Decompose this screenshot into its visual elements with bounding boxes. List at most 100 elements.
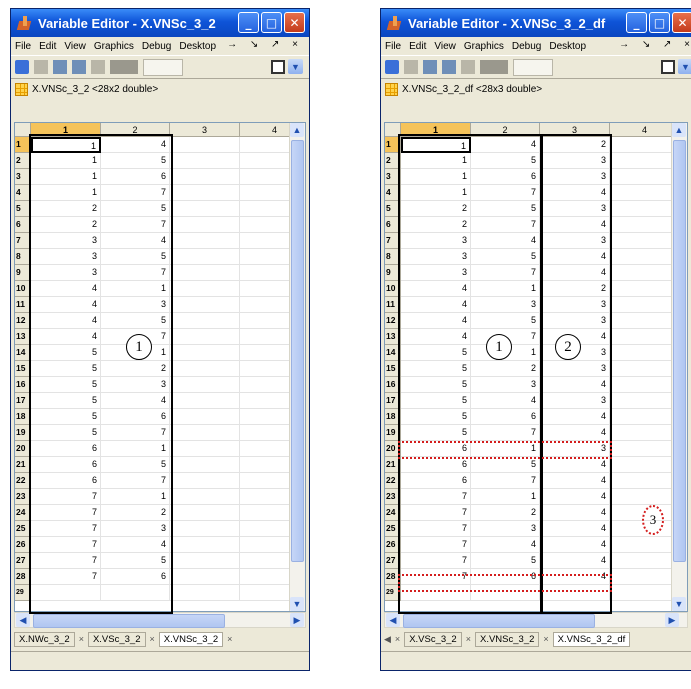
scroll-up-icon[interactable]: ▲ <box>672 123 686 137</box>
row-header[interactable]: 17 <box>15 393 31 409</box>
row-header[interactable]: 5 <box>385 201 401 217</box>
table-cell[interactable]: 1 <box>401 137 471 153</box>
table-cell[interactable] <box>610 473 680 489</box>
table-cell[interactable]: 6 <box>471 169 540 185</box>
tab-vnsc[interactable]: X.VNSc_3_2 <box>475 631 540 647</box>
row-header[interactable]: 3 <box>385 169 401 185</box>
table-cell[interactable]: 3 <box>31 265 101 281</box>
table-cell[interactable] <box>610 329 680 345</box>
table-cell[interactable]: 1 <box>31 137 101 153</box>
table-cell[interactable]: 2 <box>31 217 101 233</box>
scroll-down-icon[interactable]: ▼ <box>672 597 686 611</box>
tab-scroll-left-icon[interactable]: ◀ <box>384 634 391 645</box>
table-cell[interactable]: 1 <box>471 441 540 457</box>
table-cell[interactable] <box>610 153 680 169</box>
table-cell[interactable]: 4 <box>31 297 101 313</box>
table-cell[interactable]: 5 <box>401 409 471 425</box>
row-header[interactable]: 15 <box>15 361 31 377</box>
table-cell[interactable] <box>610 265 680 281</box>
table-cell[interactable]: 4 <box>540 553 610 569</box>
table-cell[interactable]: 3 <box>471 297 540 313</box>
plot-select-icon[interactable] <box>110 60 138 74</box>
table-cell[interactable] <box>170 201 240 217</box>
menu-debug[interactable]: Debug <box>142 41 171 52</box>
table-cell[interactable]: 7 <box>401 489 471 505</box>
table-cell[interactable]: 4 <box>540 185 610 201</box>
tab-close-icon[interactable]: × <box>543 634 548 644</box>
table-cell[interactable] <box>540 585 610 601</box>
table-cell[interactable]: 4 <box>540 505 610 521</box>
table-cell[interactable]: 7 <box>401 537 471 553</box>
scroll-left-icon[interactable]: ◀ <box>386 613 400 627</box>
table-cell[interactable] <box>471 585 540 601</box>
table-cell[interactable] <box>610 489 680 505</box>
table-cell[interactable]: 7 <box>31 569 101 585</box>
table-cell[interactable]: 1 <box>471 281 540 297</box>
menu-desktop[interactable]: Desktop <box>549 41 586 52</box>
table-cell[interactable]: 4 <box>31 329 101 345</box>
horizontal-scrollbar[interactable]: ◀ ▶ <box>14 612 306 628</box>
tab-vnsc[interactable]: X.VNSc_3_2 <box>158 631 224 647</box>
table-cell[interactable]: 3 <box>540 441 610 457</box>
close-icon[interactable]: ✕ <box>284 12 305 33</box>
sheet-corner[interactable] <box>15 123 31 137</box>
table-cell[interactable]: 5 <box>401 377 471 393</box>
table-cell[interactable] <box>170 569 240 585</box>
row-header[interactable]: 25 <box>15 521 31 537</box>
table-cell[interactable]: 4 <box>471 137 540 153</box>
row-header[interactable]: 10 <box>15 281 31 297</box>
tab-vnsc-df[interactable]: X.VNSc_3_2_df <box>552 631 631 647</box>
table-cell[interactable]: 7 <box>401 505 471 521</box>
spreadsheet[interactable]: 1234114221533163417452536274734383549374… <box>384 122 688 612</box>
maximize-icon[interactable]: □ <box>261 12 282 33</box>
table-cell[interactable]: 7 <box>401 521 471 537</box>
table-cell[interactable]: 4 <box>540 457 610 473</box>
table-cell[interactable]: 6 <box>401 457 471 473</box>
row-header[interactable]: 10 <box>385 281 401 297</box>
table-cell[interactable]: 3 <box>540 153 610 169</box>
new-variable-icon[interactable] <box>15 60 29 74</box>
row-header[interactable]: 21 <box>15 457 31 473</box>
column-header[interactable]: 2 <box>471 123 540 137</box>
table-cell[interactable]: 5 <box>101 553 170 569</box>
row-header[interactable]: 28 <box>15 569 31 585</box>
table-cell[interactable]: 7 <box>31 489 101 505</box>
copy-icon[interactable] <box>423 60 437 74</box>
row-header[interactable]: 17 <box>385 393 401 409</box>
table-cell[interactable] <box>610 297 680 313</box>
row-header[interactable]: 8 <box>15 249 31 265</box>
row-header[interactable]: 20 <box>385 441 401 457</box>
menu-file[interactable]: File <box>385 41 401 52</box>
table-cell[interactable]: 3 <box>401 265 471 281</box>
row-header[interactable]: 27 <box>15 553 31 569</box>
table-cell[interactable]: 3 <box>31 233 101 249</box>
table-cell[interactable]: 4 <box>31 281 101 297</box>
table-cell[interactable]: 4 <box>31 313 101 329</box>
plot-combo[interactable] <box>143 58 183 76</box>
table-cell[interactable]: 7 <box>471 265 540 281</box>
table-cell[interactable] <box>170 457 240 473</box>
layout-icon[interactable] <box>271 59 285 74</box>
row-header[interactable]: 26 <box>15 537 31 553</box>
table-cell[interactable] <box>401 585 471 601</box>
print-icon[interactable] <box>91 60 105 74</box>
table-cell[interactable]: 2 <box>540 281 610 297</box>
table-cell[interactable] <box>170 377 240 393</box>
table-cell[interactable] <box>170 345 240 361</box>
table-cell[interactable]: 5 <box>401 345 471 361</box>
vertical-scrollbar[interactable]: ▲ ▼ <box>289 123 305 611</box>
row-header[interactable]: 4 <box>385 185 401 201</box>
table-cell[interactable]: 3 <box>31 249 101 265</box>
scroll-up-icon[interactable]: ▲ <box>290 123 304 137</box>
table-cell[interactable] <box>170 169 240 185</box>
row-header[interactable]: 19 <box>385 425 401 441</box>
table-cell[interactable] <box>610 409 680 425</box>
title-bar[interactable]: Variable Editor - X.VNSc_3_2_df _ □ ✕ <box>381 9 691 37</box>
table-cell[interactable] <box>170 505 240 521</box>
tab-nwc[interactable]: X.NWc_3_2 <box>14 631 75 647</box>
table-cell[interactable]: 7 <box>31 537 101 553</box>
row-header[interactable]: 22 <box>15 473 31 489</box>
sheet-corner[interactable] <box>385 123 401 137</box>
table-cell[interactable] <box>610 457 680 473</box>
row-header[interactable]: 27 <box>385 553 401 569</box>
